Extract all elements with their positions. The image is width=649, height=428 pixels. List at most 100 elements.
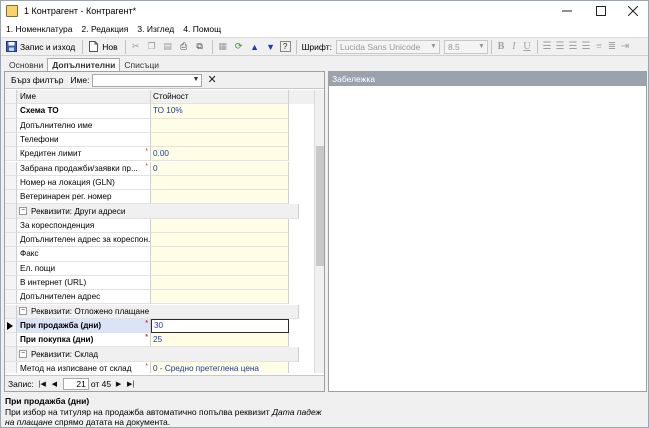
collapse-icon[interactable]: − bbox=[19, 207, 27, 216]
property-name-text: Допълнителен адрес bbox=[20, 292, 101, 302]
align-left-icon[interactable]: ☰ bbox=[541, 40, 553, 54]
copy-icon[interactable]: ❐ bbox=[145, 40, 159, 54]
maximize-button[interactable] bbox=[585, 1, 617, 21]
group-row[interactable]: − Реквизити: Отложено плащане bbox=[5, 304, 314, 319]
table-row[interactable]: Допълнително име bbox=[5, 118, 314, 133]
font-combo[interactable]: Lucida Sans Unicode ▼ bbox=[335, 39, 440, 54]
table-row[interactable]: Допълнителен адрес bbox=[5, 290, 314, 305]
print-icon[interactable]: ⎙ bbox=[177, 40, 191, 54]
property-value[interactable] bbox=[151, 132, 289, 148]
scrollbar-thumb[interactable] bbox=[316, 146, 324, 266]
property-value[interactable]: 0 bbox=[151, 161, 289, 176]
table-row[interactable]: Ел. пощи bbox=[5, 261, 314, 276]
group-title[interactable]: − Реквизити: Други адреси bbox=[17, 204, 299, 219]
font-size-combo[interactable]: 8.5 ▼ bbox=[443, 39, 488, 54]
property-value[interactable] bbox=[151, 275, 289, 291]
property-value[interactable] bbox=[151, 190, 289, 205]
table-row[interactable]: При продажба (дни) * 30 bbox=[5, 318, 314, 334]
collapse-icon[interactable]: − bbox=[19, 307, 27, 316]
table-row[interactable]: Допълнителен адрес за кореспон... bbox=[5, 233, 314, 248]
menu-item-view[interactable]: 3. Изглед bbox=[137, 24, 174, 34]
previous-record-icon[interactable]: ◀ bbox=[49, 378, 60, 389]
bullet-list-icon[interactable]: ≡ bbox=[593, 40, 605, 54]
note-panel[interactable]: Забележка bbox=[328, 71, 647, 392]
quick-filter-button[interactable]: Бърз филтър bbox=[11, 75, 63, 85]
minimize-button[interactable] bbox=[551, 1, 583, 21]
menu-item-edit[interactable]: 2. Редакция bbox=[82, 24, 129, 34]
record-navigator: Запис: |◀ ◀ 21 от 45 ▶ ▶| bbox=[5, 375, 324, 391]
table-row[interactable]: Телефони bbox=[5, 132, 314, 148]
property-value[interactable]: 0 - Средно претеглена цена bbox=[151, 361, 289, 373]
property-value[interactable] bbox=[151, 175, 289, 191]
vertical-scrollbar[interactable] bbox=[314, 90, 324, 373]
underline-icon[interactable]: U bbox=[521, 40, 533, 54]
row-indicator bbox=[5, 218, 17, 233]
tab-lists[interactable]: Списъци bbox=[120, 59, 163, 71]
property-value[interactable]: 30 bbox=[151, 318, 289, 334]
maximize-icon bbox=[596, 6, 606, 16]
calculator-icon[interactable]: ▦ bbox=[216, 40, 230, 54]
table-row[interactable]: Номер на локация (GLN) bbox=[5, 175, 314, 191]
group-row[interactable]: − Реквизити: Други адреси bbox=[5, 204, 314, 219]
next-record-icon[interactable]: ▶ bbox=[113, 378, 124, 389]
font-combo-value: Lucida Sans Unicode bbox=[339, 41, 421, 52]
current-record-field[interactable]: 21 bbox=[62, 377, 89, 390]
help-icon[interactable]: ? bbox=[279, 41, 291, 52]
cut-icon[interactable]: ✂ bbox=[129, 40, 143, 54]
property-value[interactable] bbox=[151, 218, 289, 233]
property-name: Кредитен лимит * bbox=[17, 147, 151, 162]
column-header-name[interactable]: Име bbox=[17, 90, 151, 105]
property-name: Допълнително име bbox=[17, 118, 151, 133]
property-value[interactable] bbox=[151, 290, 289, 305]
bold-icon[interactable]: B bbox=[495, 40, 507, 54]
window-title: 1 Контрагент - Контрагент* bbox=[24, 6, 137, 16]
table-row[interactable]: Ветеринарен рег. номер bbox=[5, 190, 314, 205]
group-title[interactable]: − Реквизити: Отложено плащане bbox=[17, 304, 299, 319]
menu-item-nomenclature[interactable]: 1. Номенклатура bbox=[6, 24, 73, 34]
refresh-icon[interactable]: ⟳ bbox=[232, 40, 246, 54]
italic-icon[interactable]: I bbox=[508, 40, 520, 54]
table-row[interactable]: Кредитен лимит * 0.00 bbox=[5, 147, 314, 162]
table-row[interactable]: Схема ТО ТО 10% bbox=[5, 104, 314, 119]
menu-item-help[interactable]: 4. Помощ bbox=[183, 24, 221, 34]
align-justify-icon[interactable]: ☰ bbox=[580, 40, 592, 54]
name-filter-combo[interactable]: ▼ bbox=[92, 73, 203, 87]
table-row[interactable]: Метод на изписване от склад * 0 - Средно п… bbox=[5, 361, 314, 373]
table-row[interactable]: Забрана продажби/заявки пр... * 0 bbox=[5, 161, 314, 176]
property-value[interactable] bbox=[151, 233, 289, 248]
group-row[interactable]: − Реквизити: Склад bbox=[5, 347, 314, 362]
first-record-icon[interactable]: |◀ bbox=[37, 378, 48, 389]
align-right-icon[interactable]: ☰ bbox=[567, 40, 579, 54]
paste-icon[interactable]: ▤ bbox=[161, 40, 175, 54]
move-up-icon[interactable]: ▲ bbox=[248, 40, 262, 54]
property-value[interactable] bbox=[151, 118, 289, 133]
property-value[interactable]: 25 bbox=[151, 333, 289, 348]
indent-icon[interactable]: ⇥ bbox=[619, 40, 631, 54]
align-center-icon[interactable]: ☰ bbox=[554, 40, 566, 54]
toolbar-separator bbox=[211, 39, 213, 54]
collapse-icon[interactable]: − bbox=[19, 350, 27, 359]
tab-main[interactable]: Основни bbox=[5, 59, 47, 71]
property-value[interactable]: ТО 10% bbox=[151, 104, 289, 119]
tab-strip: Основни Допълнителни Списъци bbox=[5, 58, 163, 71]
numbered-list-icon[interactable]: ≣ bbox=[606, 40, 618, 54]
property-value[interactable] bbox=[151, 261, 289, 276]
table-row[interactable]: За кореспонденция bbox=[5, 218, 314, 233]
row-indicator bbox=[5, 290, 17, 305]
table-row[interactable]: В интернет (URL) bbox=[5, 275, 314, 291]
tab-additional[interactable]: Допълнителни bbox=[47, 58, 121, 71]
new-button[interactable]: Нов bbox=[86, 39, 119, 54]
clear-filter-icon[interactable]: ✕ bbox=[207, 74, 216, 86]
property-value[interactable]: 0.00 bbox=[151, 147, 289, 162]
table-row[interactable]: Факс bbox=[5, 247, 314, 262]
column-header-value[interactable]: Стойност bbox=[151, 90, 289, 105]
move-down-icon[interactable]: ▼ bbox=[264, 40, 278, 54]
print-preview-icon[interactable]: ⧉ bbox=[193, 40, 207, 54]
table-row[interactable]: При покупка (дни) * 25 bbox=[5, 333, 314, 348]
close-button[interactable] bbox=[617, 1, 648, 21]
last-record-icon[interactable]: ▶| bbox=[125, 378, 136, 389]
group-title[interactable]: − Реквизити: Склад bbox=[17, 347, 299, 362]
save-exit-button[interactable]: Запис и изход bbox=[4, 39, 77, 54]
note-header: Забележка bbox=[329, 72, 646, 86]
property-value[interactable] bbox=[151, 247, 289, 262]
